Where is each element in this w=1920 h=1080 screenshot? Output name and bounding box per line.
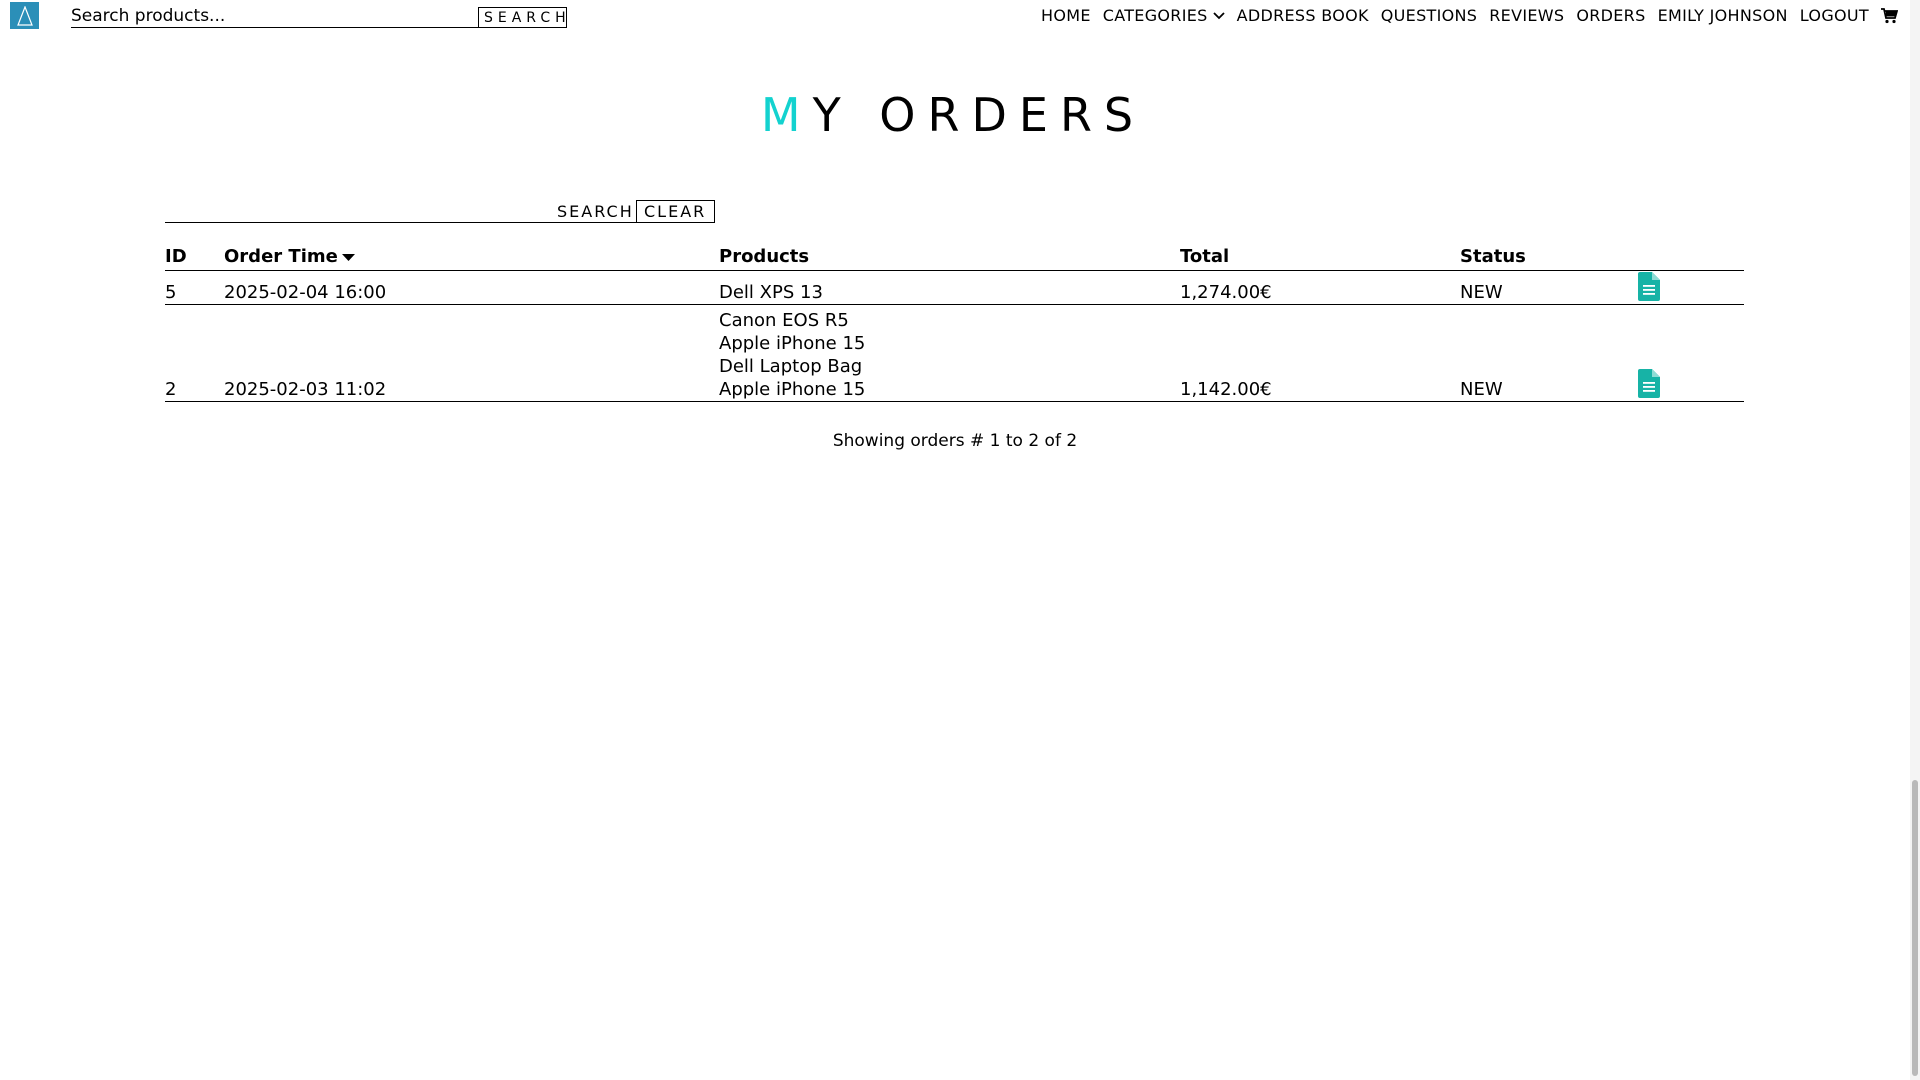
order-products: Canon EOS R5 Apple iPhone 15 Dell Laptop… xyxy=(719,304,1180,402)
nav-home[interactable]: HOME xyxy=(1041,6,1091,25)
page-title-initial: M xyxy=(760,88,813,142)
order-time: 2025-02-03 11:02 xyxy=(224,304,719,402)
order-search-input[interactable] xyxy=(165,200,548,223)
product-search-bar: SEARCH xyxy=(71,5,567,28)
sort-desc-icon xyxy=(341,253,355,261)
logo-home-link[interactable] xyxy=(10,2,39,29)
order-search-bar: SEARCH CLEAR xyxy=(165,200,715,223)
product-item: Apple iPhone 15 xyxy=(719,379,866,400)
document-icon[interactable] xyxy=(1638,369,1660,398)
order-status: NEW xyxy=(1460,270,1641,305)
order-search-button[interactable]: SEARCH xyxy=(548,200,636,223)
product-search-button[interactable]: SEARCH xyxy=(478,7,567,27)
nav-questions[interactable]: QUESTIONS xyxy=(1381,6,1477,25)
document-icon[interactable] xyxy=(1638,272,1660,301)
nav-orders[interactable]: ORDERS xyxy=(1576,6,1645,25)
order-products: Dell XPS 13 xyxy=(719,270,1180,305)
table-header-row: ID Order Time Products Total Status xyxy=(165,244,1744,271)
page-scrollbar[interactable] xyxy=(1910,0,1920,1080)
header-status[interactable]: Status xyxy=(1460,244,1641,271)
order-id: 2 xyxy=(165,304,224,402)
page-title-rest: Y ORDERS xyxy=(812,88,1146,142)
product-item: Dell XPS 13 xyxy=(719,282,823,303)
product-item: Dell Laptop Bag xyxy=(719,356,863,377)
main-nav: HOME CATEGORIES ADDRESS BOOK QUESTIONS R… xyxy=(1029,6,1898,25)
chevron-down-icon xyxy=(1212,11,1225,19)
order-id: 5 xyxy=(165,270,224,305)
scrollbar-thumb[interactable] xyxy=(1912,780,1918,1076)
header-order-time-label: Order Time xyxy=(224,246,338,267)
nav-reviews[interactable]: REVIEWS xyxy=(1489,6,1564,25)
nav-categories[interactable]: CATEGORIES xyxy=(1103,6,1225,25)
invoice-cell xyxy=(1638,304,1744,402)
table-row[interactable]: 5 2025-02-04 16:00 Dell XPS 13 1,274.00€… xyxy=(165,270,1744,305)
nav-address-book[interactable]: ADDRESS BOOK xyxy=(1237,6,1369,25)
order-status: NEW xyxy=(1460,304,1641,402)
nav-user-account[interactable]: EMILY JOHNSON xyxy=(1658,6,1788,25)
nav-logout[interactable]: LOGOUT xyxy=(1800,6,1869,25)
header-actions xyxy=(1641,244,1744,271)
product-search-input[interactable] xyxy=(71,5,478,27)
header-total[interactable]: Total xyxy=(1180,244,1460,271)
order-total: 1,142.00€ xyxy=(1180,304,1460,402)
invoice-cell xyxy=(1638,270,1744,305)
product-item: Apple iPhone 15 xyxy=(719,333,866,354)
page-title: MY ORDERS xyxy=(0,88,1906,142)
header-id[interactable]: ID xyxy=(165,244,224,271)
triangle-logo-icon xyxy=(16,5,33,26)
order-clear-button[interactable]: CLEAR xyxy=(636,200,715,223)
nav-categories-label: CATEGORIES xyxy=(1102,6,1208,25)
orders-table: ID Order Time Products Total Status 5 20… xyxy=(165,244,1744,402)
cart-icon xyxy=(1881,7,1898,23)
product-item: Canon EOS R5 xyxy=(719,310,849,331)
header-products[interactable]: Products xyxy=(719,244,1180,271)
order-total: 1,274.00€ xyxy=(1180,270,1460,305)
order-time: 2025-02-04 16:00 xyxy=(224,270,719,305)
header-order-time[interactable]: Order Time xyxy=(224,244,719,271)
pagination-summary: Showing orders # 1 to 2 of 2 xyxy=(832,431,1078,451)
cart-button[interactable] xyxy=(1881,7,1898,24)
table-row[interactable]: 2 2025-02-03 11:02 Canon EOS R5 Apple iP… xyxy=(165,304,1744,402)
